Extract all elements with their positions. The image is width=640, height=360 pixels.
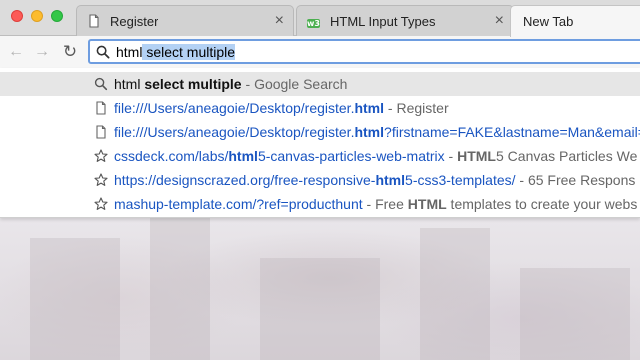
suggestion-url: https://designscrazed.org/free-responsiv… — [114, 172, 376, 188]
window-minimize-button[interactable] — [31, 10, 43, 22]
suggestion-url-match: html — [354, 100, 385, 116]
suggestion-description: templates to create your webs — [446, 196, 638, 212]
reload-icon[interactable]: ↻ — [60, 42, 80, 62]
star-icon — [94, 197, 108, 211]
w3schools-icon: w3 — [307, 19, 320, 28]
suggestion-url-match: html — [375, 172, 406, 188]
suggestion-description: Google Search — [254, 76, 348, 92]
document-icon — [87, 14, 101, 28]
omnibox-suggestions: html select multiple - Google Search fil… — [0, 68, 640, 218]
suggestion-url: mashup-template.com/?ref=producthunt — [114, 196, 363, 212]
suggestion-description-match: HTML — [407, 196, 447, 212]
tab-register[interactable]: Register × — [76, 5, 294, 36]
window-close-button[interactable] — [11, 10, 23, 22]
tab-title: Register — [110, 13, 159, 29]
forward-arrow-icon[interactable]: → — [32, 42, 52, 62]
suggestion-url: file:///Users/aneagoie/Desktop/register. — [114, 100, 355, 116]
address-bar[interactable]: html select multiple — [88, 39, 640, 64]
suggestion-url-match: html — [354, 124, 385, 140]
suggestion-url: cssdeck.com/labs/ — [114, 148, 229, 164]
tab-html-input-types[interactable]: w3 HTML Input Types × — [296, 5, 514, 36]
tab-title: HTML Input Types — [330, 13, 436, 29]
suggestion-separator: - — [444, 148, 458, 164]
browser-toolbar: ← → ↻ html select multiple — [0, 36, 640, 68]
back-arrow-icon[interactable]: ← — [6, 42, 26, 62]
suggestion-history-register-query[interactable]: file:///Users/aneagoie/Desktop/register.… — [0, 120, 640, 144]
window-zoom-button[interactable] — [51, 10, 63, 22]
suggestion-bookmark-designscrazed[interactable]: https://designscrazed.org/free-responsiv… — [0, 168, 640, 192]
suggestion-separator: - — [241, 76, 255, 92]
document-icon — [94, 101, 108, 115]
tab-strip: Register × w3 HTML Input Types × New Tab — [0, 0, 640, 37]
search-icon — [96, 45, 110, 59]
address-bar-autocomplete: select multiple — [142, 43, 236, 60]
suggestion-bookmark-cssdeck[interactable]: cssdeck.com/labs/html5-canvas-particles-… — [0, 144, 640, 168]
suggestion-url-match: html — [228, 148, 258, 164]
suggestion-description-match: HTML — [457, 148, 496, 164]
tab-close-icon[interactable]: × — [275, 13, 284, 29]
suggestion-description: 65 Free Respons — [527, 172, 636, 188]
document-icon — [94, 125, 108, 139]
suggestion-url-rest: ?firstname=FAKE&lastname=Man&email= — [384, 124, 640, 140]
suggestion-separator: - — [515, 172, 528, 188]
tab-close-icon[interactable]: × — [495, 13, 504, 29]
star-icon — [94, 149, 108, 163]
suggestion-google-search[interactable]: html select multiple - Google Search — [0, 72, 640, 96]
tab-title: New Tab — [523, 14, 574, 29]
suggestion-description: 5 Canvas Particles We — [496, 148, 638, 164]
search-icon — [94, 77, 108, 91]
suggestion-bookmark-mashup[interactable]: mashup-template.com/?ref=producthunt - F… — [0, 192, 640, 216]
suggestion-description-pre: Free — [375, 196, 408, 212]
suggestion-query: html — [114, 76, 141, 92]
suggestion-separator: - — [362, 196, 376, 212]
suggestion-description: Register — [396, 100, 449, 116]
address-bar-typed-text: html — [116, 43, 143, 60]
suggestion-url-rest: 5-css3-templates/ — [405, 172, 516, 188]
suggestion-history-register[interactable]: file:///Users/aneagoie/Desktop/register.… — [0, 96, 640, 120]
suggestion-url-rest: 5-canvas-particles-web-matrix — [257, 148, 445, 164]
star-icon — [94, 173, 108, 187]
tab-new-tab[interactable]: New Tab — [510, 5, 640, 37]
suggestion-query-bold: select multiple — [140, 76, 242, 92]
suggestion-url: file:///Users/aneagoie/Desktop/register. — [114, 124, 355, 140]
suggestion-separator: - — [384, 100, 397, 116]
